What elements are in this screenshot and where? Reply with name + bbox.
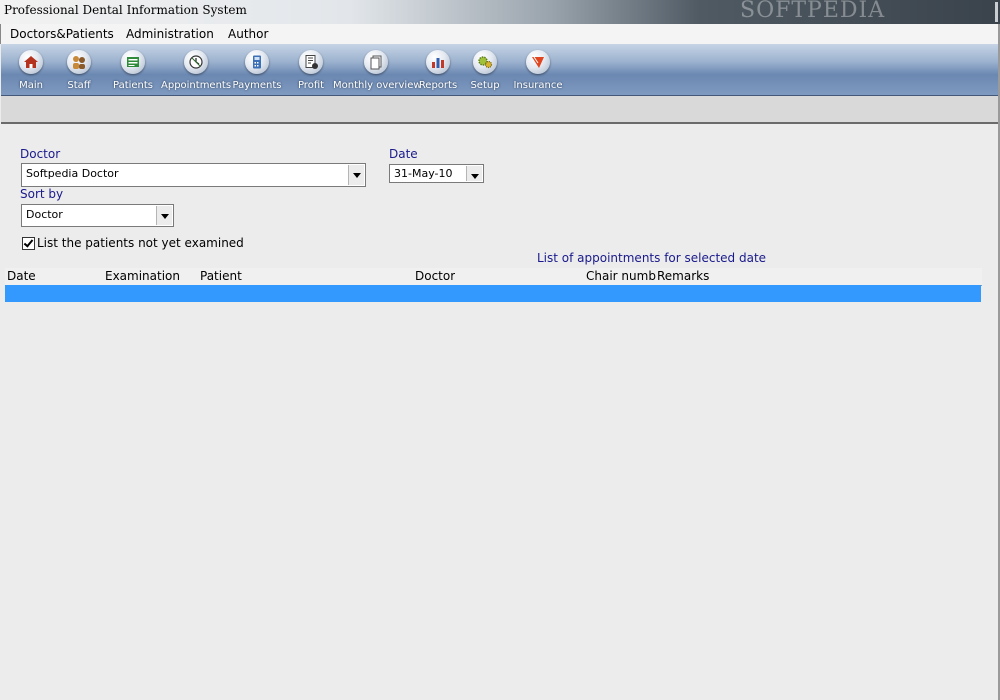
toolbar-monthly-overview-button[interactable]: Monthly overview	[333, 48, 422, 94]
softpedia-watermark: SOFTPEDIA	[740, 0, 886, 23]
setup-icon	[473, 50, 497, 74]
toolbar-payments-button[interactable]: Payments	[227, 48, 287, 94]
house-icon	[19, 50, 43, 74]
column-header-patient[interactable]: Patient	[200, 269, 242, 283]
selected-appointment-row[interactable]	[5, 285, 981, 302]
staff-icon	[67, 50, 91, 74]
patients-icon	[121, 50, 145, 74]
chevron-down-icon[interactable]	[348, 165, 364, 185]
monthly-overview-icon	[364, 50, 388, 74]
menu-bar: Doctors&Patients Administration Author	[0, 24, 1000, 44]
date-select[interactable]: 31-May-10	[389, 164, 484, 183]
appointments-caption: List of appointments for selected date	[537, 251, 767, 265]
toolbar: Main Staff Patients Appointments Payment…	[1, 44, 998, 96]
payments-icon	[245, 50, 269, 74]
menu-administration[interactable]: Administration	[126, 27, 214, 41]
sub-toolbar	[1, 96, 998, 124]
doctor-select[interactable]: Softpedia Doctor	[21, 163, 366, 187]
window-edge	[995, 2, 998, 22]
title-bar: Professional Dental Information System S…	[0, 0, 1000, 24]
menu-doctors-patients[interactable]: Doctors&Patients	[10, 27, 114, 41]
insurance-icon	[526, 50, 550, 74]
doctor-label: Doctor	[20, 147, 61, 161]
chevron-down-icon[interactable]	[156, 206, 172, 225]
sort-by-label: Sort by	[20, 187, 64, 201]
reports-icon	[426, 50, 450, 74]
chevron-down-icon[interactable]	[466, 166, 482, 181]
column-header-chair-number[interactable]: Chair numb	[586, 269, 656, 283]
sort-by-select-value: Doctor	[26, 208, 63, 221]
column-header-date[interactable]: Date	[7, 269, 36, 283]
window-title: Professional Dental Information System	[4, 3, 247, 17]
column-header-examination[interactable]: Examination	[105, 269, 180, 283]
menu-author[interactable]: Author	[228, 27, 268, 41]
column-header-remarks[interactable]: Remarks	[657, 269, 709, 283]
toolbar-setup-button[interactable]: Setup	[455, 48, 515, 94]
doctor-select-value: Softpedia Doctor	[26, 167, 119, 180]
appointments-icon	[184, 50, 208, 74]
toolbar-appointments-button[interactable]: Appointments	[161, 48, 231, 94]
date-label: Date	[389, 147, 418, 161]
date-select-value: 31-May-10	[394, 167, 453, 180]
sort-by-select[interactable]: Doctor	[21, 204, 174, 227]
toolbar-insurance-button[interactable]: Insurance	[508, 48, 568, 94]
toolbar-profit-button[interactable]: Profit	[281, 48, 341, 94]
toolbar-patients-button[interactable]: Patients	[103, 48, 163, 94]
not-examined-label: List the patients not yet examined	[37, 236, 244, 250]
column-header-doctor[interactable]: Doctor	[415, 269, 455, 283]
profit-icon	[299, 50, 323, 74]
not-examined-checkbox[interactable]	[22, 237, 35, 250]
toolbar-staff-button[interactable]: Staff	[49, 48, 109, 94]
